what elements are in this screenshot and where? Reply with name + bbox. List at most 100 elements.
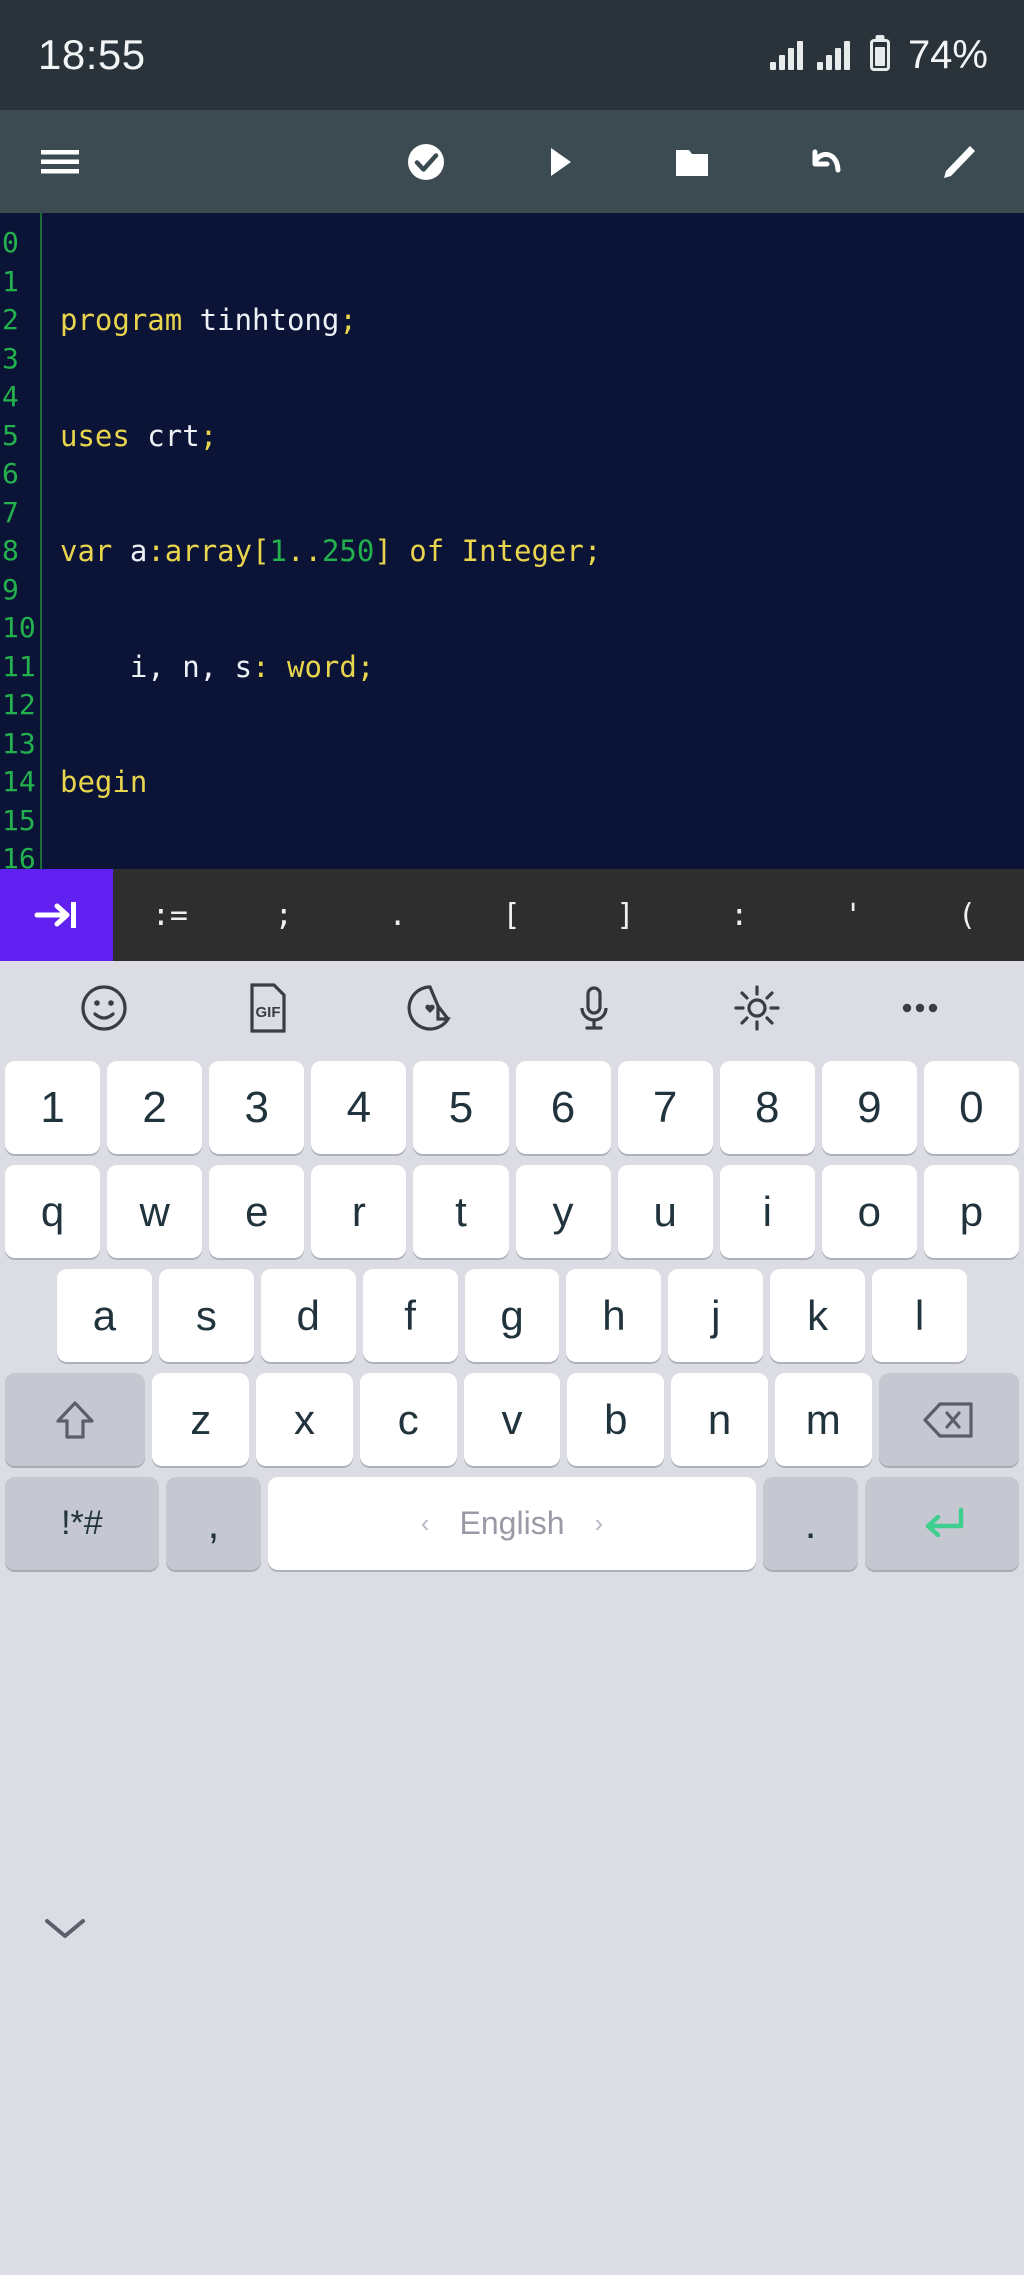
key-5[interactable]: 5 (413, 1061, 509, 1154)
key-6[interactable]: 6 (515, 1061, 611, 1154)
key-q[interactable]: q (5, 1165, 101, 1258)
comma-key[interactable]: , (165, 1477, 262, 1570)
key-m[interactable]: m (774, 1373, 872, 1466)
symbol-key-lbracket[interactable]: [ (455, 869, 569, 961)
key-p[interactable]: p (923, 1165, 1019, 1258)
key-o[interactable]: o (821, 1165, 917, 1258)
code-line: begin (60, 765, 148, 799)
gif-button[interactable]: GIF (236, 977, 298, 1039)
line-number: 5 (2, 418, 19, 452)
battery-icon (869, 39, 890, 71)
gif-label: GIF (255, 1004, 280, 1021)
prev-language-arrow[interactable]: ‹ (421, 1508, 430, 1539)
edit-button[interactable] (891, 110, 1024, 213)
period-key[interactable]: . (762, 1477, 859, 1570)
sticker-button[interactable] (399, 977, 461, 1039)
line-number: 9 (2, 572, 19, 606)
line-number: 2 (2, 303, 19, 336)
voice-input-button[interactable] (563, 977, 625, 1039)
open-file-button[interactable] (625, 110, 758, 213)
key-c[interactable]: c (359, 1373, 457, 1466)
enter-icon (925, 1507, 964, 1537)
run-button[interactable] (492, 110, 625, 213)
key-w[interactable]: w (107, 1165, 203, 1258)
symbol-key-period[interactable]: . (341, 869, 455, 961)
key-r[interactable]: r (311, 1165, 407, 1258)
key-0[interactable]: 0 (923, 1061, 1019, 1154)
key-4[interactable]: 4 (311, 1061, 407, 1154)
key-1[interactable]: 1 (5, 1061, 101, 1154)
key-3[interactable]: 3 (209, 1061, 305, 1154)
keyboard-toolbar: GIF (0, 961, 1024, 1055)
emoji-icon (81, 985, 127, 1031)
code-line: i, n, s: word; (60, 649, 375, 684)
menu-button[interactable] (0, 110, 120, 213)
key-a[interactable]: a (57, 1269, 152, 1362)
key-n[interactable]: n (671, 1373, 768, 1466)
keyboard-row-qwerty: q w e r t y u i o p (5, 1165, 1019, 1258)
symbol-key-list: := ; . [ ] : ' ( (113, 869, 1024, 961)
backspace-key[interactable] (878, 1373, 1019, 1466)
keyboard-row-asdf: a s d f g h j k l (5, 1269, 1019, 1362)
key-g[interactable]: g (464, 1269, 560, 1362)
key-7[interactable]: 7 (617, 1061, 713, 1154)
line-number: 4 (2, 380, 19, 413)
key-i[interactable]: i (719, 1165, 815, 1258)
key-z[interactable]: z (152, 1373, 250, 1466)
key-8[interactable]: 8 (719, 1061, 815, 1154)
emoji-button[interactable] (73, 977, 135, 1039)
key-u[interactable]: u (617, 1165, 713, 1258)
symbol-key-semicolon[interactable]: ; (227, 869, 341, 961)
key-v[interactable]: v (463, 1373, 561, 1466)
symbols-key[interactable]: !*# (5, 1477, 159, 1570)
compile-check-icon (407, 143, 444, 180)
key-x[interactable]: x (256, 1373, 353, 1466)
key-j[interactable]: j (668, 1269, 764, 1362)
key-k[interactable]: k (770, 1269, 866, 1362)
key-f[interactable]: f (362, 1269, 458, 1362)
gif-icon: GIF (250, 983, 286, 1033)
key-d[interactable]: d (260, 1269, 356, 1362)
next-language-arrow[interactable]: › (594, 1508, 603, 1539)
line-number: 3 (2, 341, 19, 375)
undo-button[interactable] (758, 110, 891, 213)
enter-key[interactable] (865, 1477, 1020, 1570)
symbol-key-assign[interactable]: := (113, 869, 227, 961)
key-b[interactable]: b (567, 1373, 665, 1466)
key-h[interactable]: h (566, 1269, 662, 1362)
battery-percent: 74% (907, 32, 988, 77)
keyboard-row-bottom: !*# , ‹ English › . (5, 1477, 1020, 1570)
line-number: 13 (2, 726, 36, 760)
backspace-icon (923, 1401, 973, 1438)
key-e[interactable]: e (209, 1165, 305, 1258)
line-number: 14 (2, 765, 36, 798)
status-bar: 18:55 74% (0, 0, 1024, 110)
key-y[interactable]: y (515, 1165, 611, 1258)
undo-icon (812, 149, 840, 172)
code-editor[interactable]: 0 1 2 3 4 5 6 7 8 9 10 11 12 13 14 15 16… (0, 213, 1024, 869)
key-l[interactable]: l (872, 1269, 968, 1362)
space-key[interactable]: ‹ English › (268, 1477, 756, 1570)
key-s[interactable]: s (158, 1269, 254, 1362)
code-line: program tinhtong; (60, 303, 357, 337)
keyboard-rows: 1 2 3 4 5 6 7 8 9 0 q w e r t y u i o p … (0, 1055, 1024, 1581)
key-2[interactable]: 2 (107, 1061, 203, 1154)
tab-key-button[interactable] (0, 869, 113, 961)
shift-key[interactable] (5, 1373, 146, 1466)
code-line: uses crt; (60, 418, 218, 453)
code-text[interactable]: program tinhtong; uses crt; var a:array[… (42, 213, 1024, 869)
symbol-key-rbracket[interactable]: ] (569, 869, 683, 961)
key-9[interactable]: 9 (821, 1061, 917, 1154)
line-number: 11 (2, 649, 36, 683)
keyboard-row-zxcv: z x c v b n m (5, 1373, 1019, 1466)
symbol-key-quote[interactable]: ' (796, 869, 910, 961)
symbol-key-colon[interactable]: : (682, 869, 796, 961)
compile-button[interactable] (359, 110, 492, 213)
hide-keyboard-button[interactable] (30, 1898, 100, 1958)
keyboard-settings-button[interactable] (726, 977, 788, 1039)
more-options-button[interactable] (889, 977, 951, 1039)
line-number: 15 (2, 803, 36, 837)
status-clock: 18:55 (38, 31, 146, 78)
symbol-key-lparen[interactable]: ( (910, 869, 1024, 961)
key-t[interactable]: t (413, 1165, 509, 1258)
